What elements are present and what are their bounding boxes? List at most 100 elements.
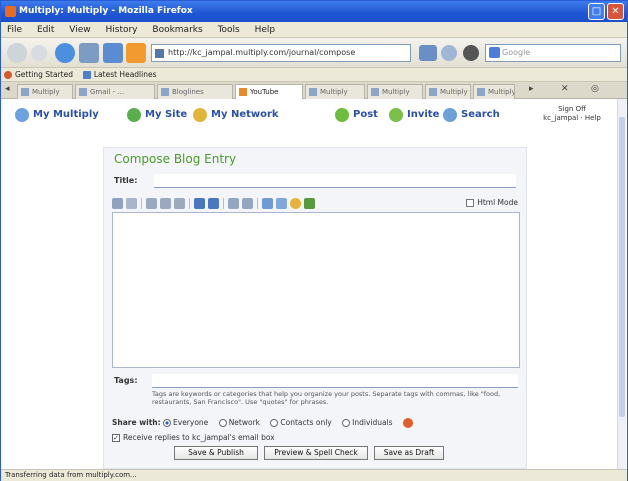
rss-icon[interactable] <box>126 43 146 63</box>
emoticon-icon[interactable] <box>290 198 301 209</box>
font-icon[interactable] <box>112 198 123 209</box>
italic-icon[interactable] <box>160 198 171 209</box>
bookmark-latest-headlines[interactable]: Latest Headlines <box>80 68 161 82</box>
radio-button[interactable] <box>342 419 351 427</box>
bullet-list-icon[interactable] <box>228 198 239 209</box>
forward-arrow-icon[interactable] <box>31 45 47 61</box>
vertical-scrollbar[interactable] <box>617 99 626 469</box>
media-icon[interactable] <box>304 198 315 209</box>
share-option-everyone[interactable]: Everyone <box>163 418 208 427</box>
go-icon[interactable] <box>441 45 457 61</box>
window-title: Multiply: Multiply - Mozilla Firefox <box>19 6 193 16</box>
tab-3[interactable]: Bloglines <box>157 84 233 99</box>
toolbar-divider <box>189 198 190 209</box>
title-bar: Multiply: Multiply - Mozilla Firefox □ ✕ <box>1 1 627 22</box>
search-box[interactable]: Google <box>485 44 621 62</box>
radio-button[interactable] <box>218 419 227 427</box>
reload-icon[interactable] <box>55 43 75 63</box>
tab-4[interactable]: YouTube <box>235 84 303 99</box>
menu-edit[interactable]: Edit <box>31 22 60 38</box>
menu-file[interactable]: File <box>1 22 28 38</box>
radio-button[interactable] <box>163 419 172 427</box>
save-draft-button[interactable]: Save as Draft <box>374 446 444 460</box>
tab-favicon-icon <box>477 88 485 96</box>
tab-6[interactable]: Multiply <box>367 84 423 99</box>
bold-icon[interactable] <box>146 198 157 209</box>
tab-5[interactable]: Multiply <box>305 84 365 99</box>
tab-label: Bloglines <box>172 88 204 96</box>
tab-label: Multiply <box>32 88 60 96</box>
sign-off-link[interactable]: Sign Off <box>537 105 607 114</box>
tab-8[interactable]: Multiply <box>473 84 515 99</box>
maximize-button[interactable]: □ <box>588 3 605 20</box>
tab-favicon-icon <box>21 88 29 96</box>
title-input[interactable] <box>154 174 516 188</box>
user-links[interactable]: kc_jampal · Help <box>537 114 607 123</box>
font-size-icon[interactable] <box>126 198 137 209</box>
tab-2[interactable]: Gmail - ... <box>75 84 155 99</box>
new-tab-icon[interactable]: ◎ <box>591 84 599 94</box>
nav-my-multiply[interactable]: My Multiply <box>15 105 99 125</box>
home-site-icon <box>127 108 141 122</box>
preview-spellcheck-button[interactable]: Preview & Spell Check <box>264 446 368 460</box>
help-icon[interactable] <box>402 418 413 428</box>
share-option-contacts[interactable]: Contacts only <box>270 418 332 427</box>
tab-label: Multiply <box>440 88 468 96</box>
nav-post[interactable]: Post <box>335 105 378 125</box>
menu-view[interactable]: View <box>63 22 96 38</box>
text-color-icon[interactable] <box>194 198 205 209</box>
html-mode-label: Html Mode <box>477 198 518 207</box>
share-with-row: Share with: Everyone Network Contacts on… <box>112 418 413 428</box>
link-icon[interactable] <box>262 198 273 209</box>
tab-scroll-left-icon[interactable]: ◂ <box>5 84 10 94</box>
tab-1[interactable]: Multiply <box>17 84 73 99</box>
tab-label: YouTube <box>250 88 279 96</box>
share-option-individuals[interactable]: Individuals <box>342 418 393 427</box>
numbered-list-icon[interactable] <box>242 198 253 209</box>
close-button[interactable]: ✕ <box>607 3 624 20</box>
save-publish-button[interactable]: Save & Publish <box>174 446 258 460</box>
menu-bookmarks[interactable]: Bookmarks <box>146 22 208 38</box>
tags-input[interactable] <box>152 374 518 388</box>
email-replies-checkbox[interactable]: ✓ <box>112 434 120 442</box>
menu-help[interactable]: Help <box>249 22 282 38</box>
bookmark-getting-started[interactable]: Getting Started <box>1 68 77 82</box>
home-icon[interactable] <box>103 43 123 63</box>
nav-search[interactable]: Search <box>443 105 500 125</box>
option-label: Individuals <box>352 418 393 427</box>
tab-favicon-icon <box>429 88 437 96</box>
tags-help-text: Tags are keywords or categories that hel… <box>152 390 501 406</box>
nav-label: Search <box>461 109 500 120</box>
tab-list-icon[interactable]: ▸ <box>529 84 534 94</box>
image-icon[interactable] <box>276 198 287 209</box>
underline-icon[interactable] <box>174 198 185 209</box>
nav-invite[interactable]: Invite <box>389 105 439 125</box>
dropdown-icon[interactable] <box>419 45 437 61</box>
status-bar: Transferring data from multiply.com... <box>1 469 627 481</box>
highlight-icon[interactable] <box>208 198 219 209</box>
scrollbar-thumb[interactable] <box>619 117 625 417</box>
nav-my-site[interactable]: My Site <box>127 105 187 125</box>
option-label: Contacts only <box>280 418 332 427</box>
blog-body-editor[interactable] <box>112 212 520 368</box>
nav-label: Post <box>353 109 378 120</box>
profile-icon[interactable] <box>463 45 479 61</box>
back-arrow-icon[interactable] <box>7 43 27 63</box>
address-bar[interactable]: http://kc_jampal.multiply.com/journal/co… <box>151 44 411 62</box>
tags-label: Tags: <box>114 376 138 385</box>
option-label: Network <box>228 418 261 427</box>
html-mode-toggle[interactable]: Html Mode <box>466 198 518 207</box>
tab-7[interactable]: Multiply <box>425 84 471 99</box>
compose-panel: Compose Blog Entry Title: Html Mode Tags… <box>103 147 527 469</box>
bookmarks-bar: Getting Started Latest Headlines <box>1 68 627 82</box>
tab-close-icon[interactable]: ✕ <box>561 84 569 94</box>
nav-my-network[interactable]: My Network <box>193 105 279 125</box>
menu-history[interactable]: History <box>99 22 143 38</box>
stop-icon[interactable] <box>79 43 99 63</box>
radio-button[interactable] <box>270 419 279 427</box>
search-placeholder: Google <box>502 48 531 57</box>
share-option-network[interactable]: Network <box>218 418 261 427</box>
menu-tools[interactable]: Tools <box>212 22 246 38</box>
html-mode-checkbox[interactable] <box>466 199 475 207</box>
page-content: My Multiply My Site My Network Post Invi… <box>1 99 619 469</box>
